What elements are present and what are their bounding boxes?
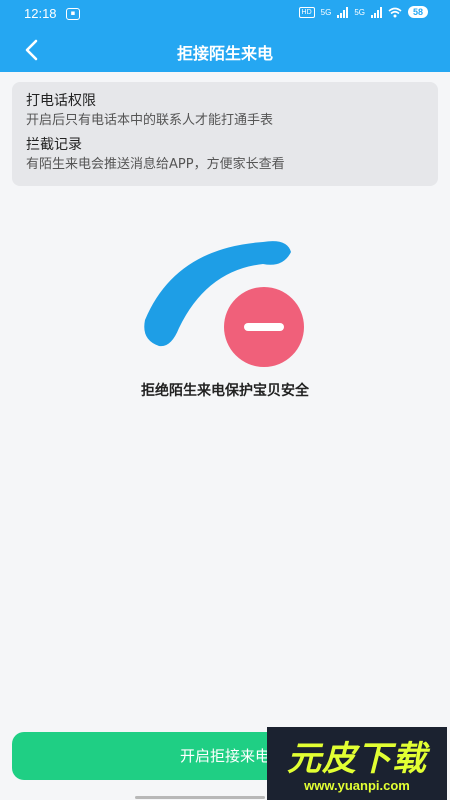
nav-bar: 拒接陌生来电 xyxy=(0,28,450,72)
tagline: 拒绝陌生来电保护宝贝安全 xyxy=(141,383,309,399)
network-5g-label-1: 5G xyxy=(320,7,332,17)
app-notification-icon: ▪ xyxy=(66,8,80,20)
watermark-logo-text: 元皮下载 xyxy=(287,739,427,779)
status-time: 12:18 xyxy=(24,6,57,21)
wifi-icon xyxy=(388,7,402,17)
watermark-url: www.yuanpi.com xyxy=(304,778,410,793)
info-card: 打电话权限 开启后只有电话本中的联系人才能打通手表 拦截记录 有陌生来电会推送消… xyxy=(12,82,438,186)
status-bar: 12:18 ▪ HD 5G 5G 58 xyxy=(0,0,450,28)
blocked-call-illustration xyxy=(144,241,304,367)
call-permission-desc: 开启后只有电话本中的联系人才能打通手表 xyxy=(26,113,274,128)
page-title: 拒接陌生来电 xyxy=(176,44,273,63)
status-indicators: HD 5G 5G 58 xyxy=(298,6,428,18)
battery-indicator: 58 xyxy=(407,6,428,18)
hd-badge: HD xyxy=(298,6,315,18)
home-indicator[interactable] xyxy=(135,796,265,799)
call-permission-title: 打电话权限 xyxy=(26,93,96,109)
intercept-record-desc: 有陌生来电会推送消息给APP，方便家长查看 xyxy=(26,157,285,172)
signal-icon xyxy=(337,6,349,18)
watermark: 元皮下载 www.yuanpi.com xyxy=(267,727,447,800)
block-minus-icon xyxy=(224,287,304,367)
signal-icon-2 xyxy=(370,6,382,18)
intercept-record-title: 拦截记录 xyxy=(26,137,82,153)
network-5g-label-2: 5G xyxy=(354,7,365,17)
